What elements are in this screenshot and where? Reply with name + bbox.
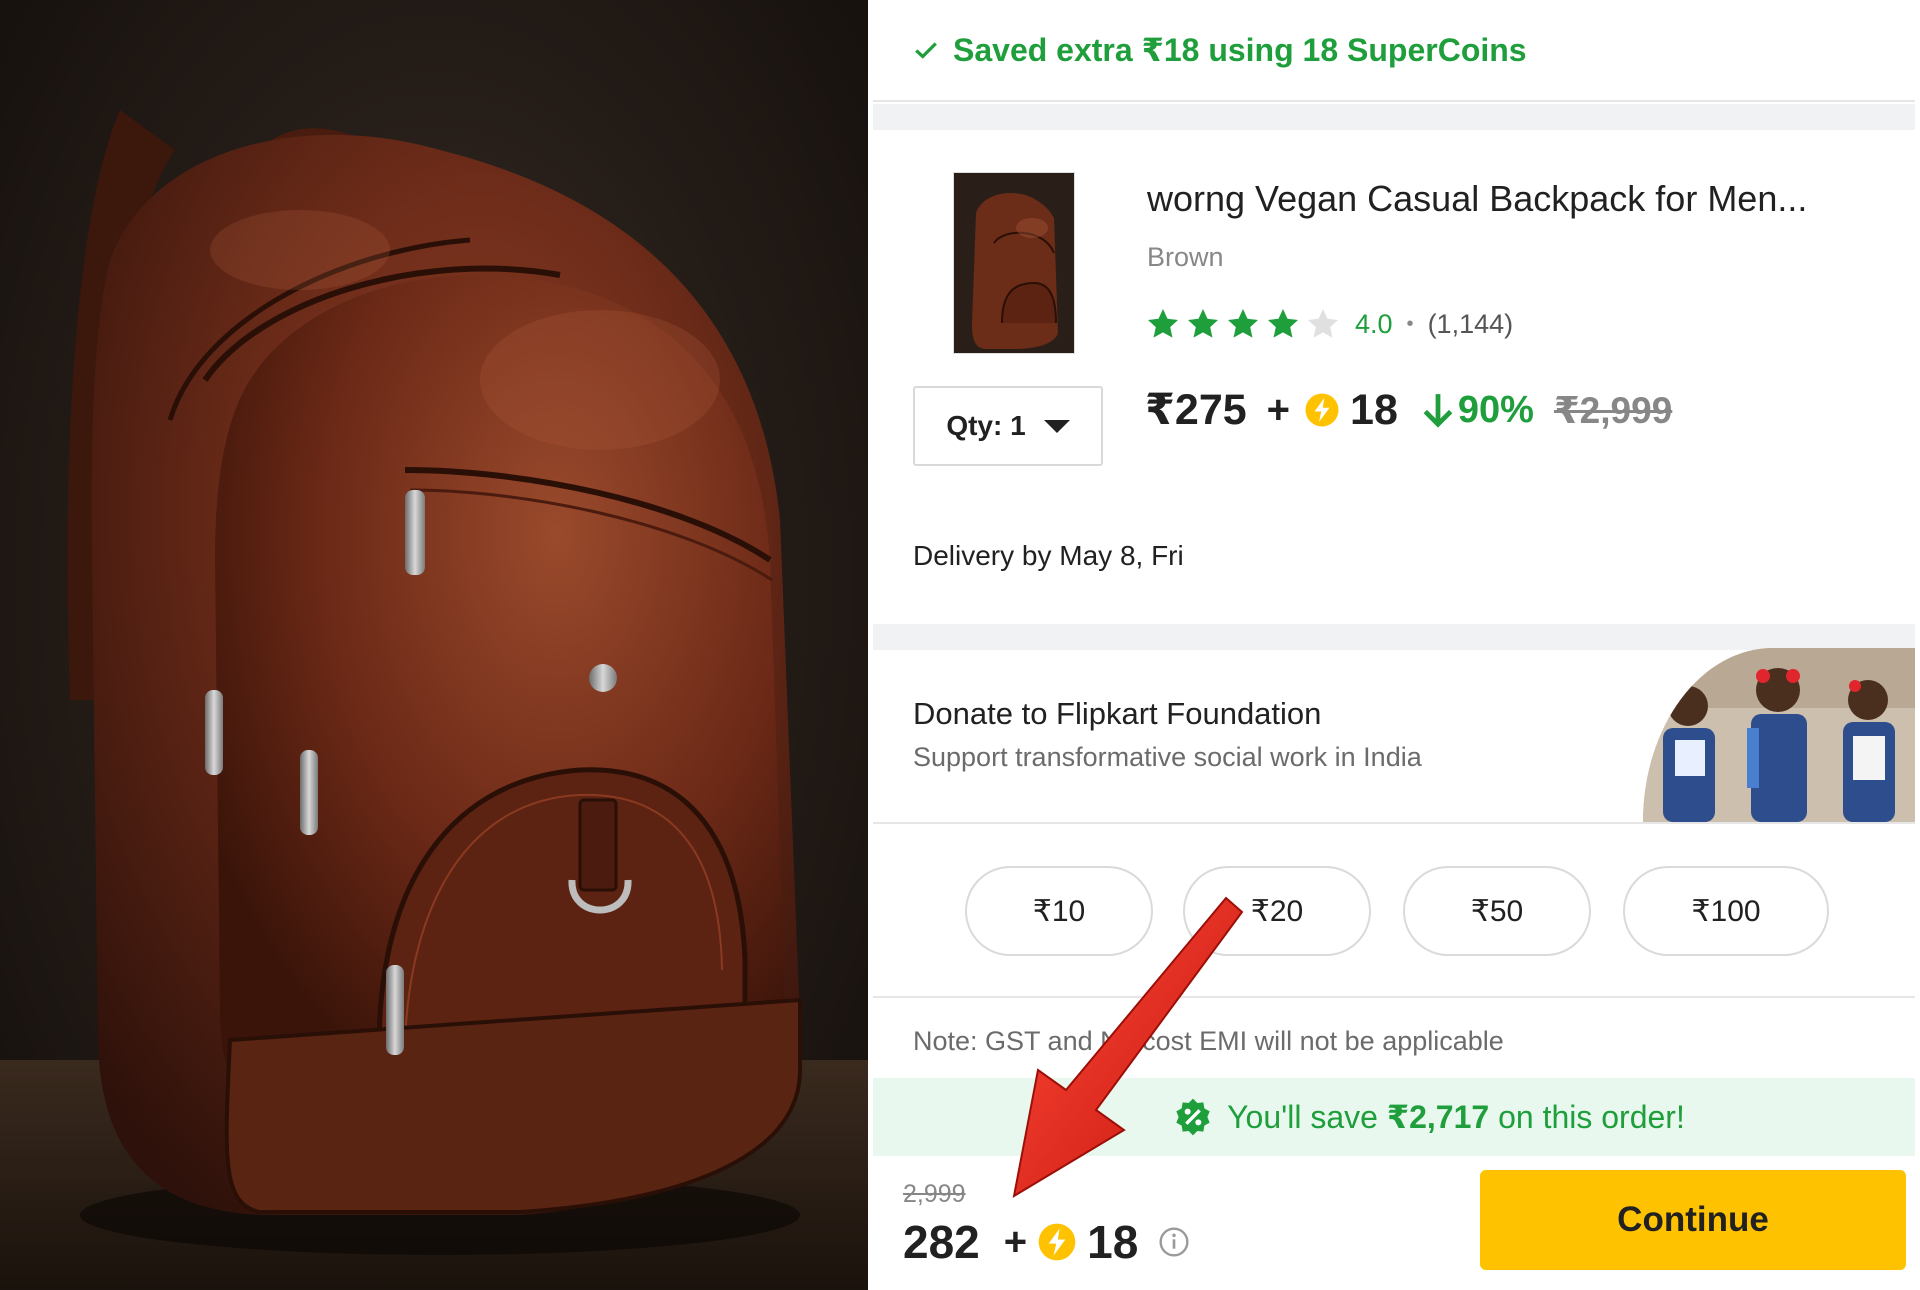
- caret-down-icon: [1043, 419, 1070, 433]
- supercoin-icon: [1038, 1223, 1076, 1261]
- foundation-children-image: [1643, 648, 1915, 822]
- plus-sign: +: [1003, 1219, 1028, 1264]
- star-filled-icon: [1188, 309, 1218, 338]
- backpack-illustration: [0, 110, 868, 1290]
- product-photo: [0, 0, 868, 1290]
- arrow-down-icon: [1423, 394, 1453, 428]
- donate-amount-50-button[interactable]: ₹50: [1403, 866, 1591, 956]
- discount-percent: 90%: [1457, 388, 1534, 431]
- rating-row: 4.0 • (1,144): [1145, 304, 1513, 344]
- quantity-label: Qty: 1: [946, 410, 1026, 441]
- info-icon[interactable]: [1158, 1226, 1190, 1258]
- divider: [873, 100, 1915, 102]
- savings-suffix: on this order!: [1489, 1099, 1685, 1135]
- footer-original-price: 2,999: [903, 1180, 966, 1208]
- footer-price: 282: [903, 1216, 980, 1268]
- donate-subtitle: Support transformative social work in In…: [913, 742, 1422, 772]
- price-row: ₹275 + 18 90% ₹2,999: [1145, 384, 1672, 436]
- donate-amount-20-button[interactable]: ₹20: [1183, 866, 1371, 956]
- supercoins-saved-text: Saved extra ₹18 using 18 SuperCoins: [953, 32, 1527, 68]
- star-empty-icon: [1308, 309, 1338, 338]
- original-price: ₹2,999: [1553, 389, 1673, 431]
- order-savings-text: You'll save ₹2,717 on this order!: [1227, 1098, 1685, 1136]
- selling-price: ₹275: [1145, 386, 1247, 434]
- footer-supercoins: 18: [1087, 1216, 1139, 1268]
- percent-badge-icon: [1176, 1098, 1210, 1136]
- product-title[interactable]: worng Vegan Casual Backpack for Men...: [1147, 178, 1807, 220]
- donate-title: Donate to Flipkart Foundation: [913, 696, 1322, 731]
- section-divider: [873, 624, 1915, 650]
- star-filled-icon: [1228, 309, 1258, 338]
- star-filled-icon: [1268, 309, 1298, 338]
- supercoins-saved-banner: Saved extra ₹18 using 18 SuperCoins: [913, 30, 1527, 70]
- rating-value: 4.0: [1355, 308, 1393, 339]
- checkout-panel: Saved extra ₹18 using 18 SuperCoins worn…: [873, 0, 1915, 1290]
- divider: [873, 996, 1915, 998]
- section-divider: [873, 104, 1915, 130]
- savings-amount: ₹2,717: [1386, 1099, 1490, 1135]
- quantity-selector[interactable]: Qty: 1: [913, 386, 1103, 466]
- supercoins-used: 18: [1350, 385, 1398, 434]
- supercoin-icon: [1305, 393, 1339, 427]
- footer-total-price: 282 + 18: [903, 1214, 1190, 1270]
- children-photo: [1643, 648, 1915, 822]
- check-icon: [915, 42, 937, 59]
- divider: [873, 822, 1915, 824]
- continue-button[interactable]: Continue: [1480, 1170, 1906, 1270]
- gst-emi-note: Note: GST and No cost EMI will not be ap…: [913, 1026, 1504, 1056]
- donate-amount-10-button[interactable]: ₹10: [965, 866, 1153, 956]
- product-thumbnail[interactable]: [953, 172, 1075, 354]
- backpack-thumbnail-image: [954, 173, 1074, 353]
- donate-amount-100-button[interactable]: ₹100: [1623, 866, 1829, 956]
- plus-sign: +: [1266, 387, 1291, 432]
- product-color: Brown: [1147, 242, 1224, 272]
- order-savings-banner: You'll save ₹2,717 on this order!: [873, 1078, 1915, 1156]
- separator-dot: •: [1406, 312, 1414, 335]
- delivery-date: Delivery by May 8, Fri: [913, 540, 1184, 571]
- star-filled-icon: [1148, 309, 1178, 338]
- rating-stars: [1145, 306, 1341, 342]
- rating-count[interactable]: (1,144): [1428, 309, 1514, 340]
- savings-prefix: You'll save: [1227, 1099, 1387, 1135]
